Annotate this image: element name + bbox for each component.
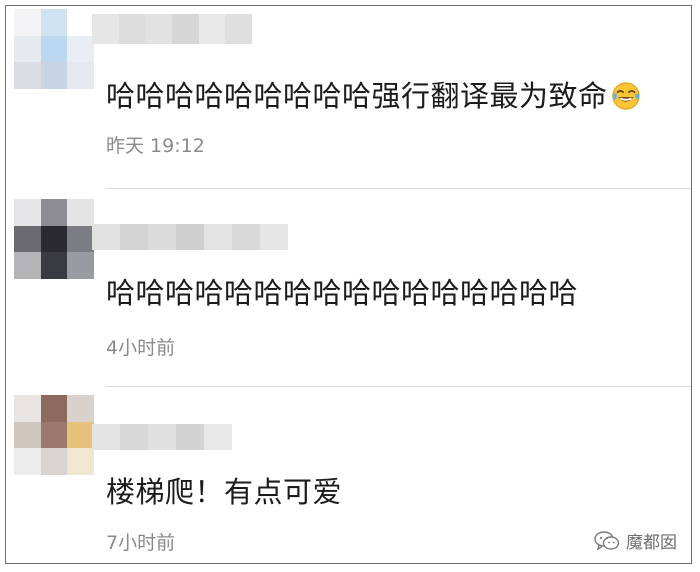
username-pixel [148,224,176,250]
avatar-pixel [67,225,94,253]
comment-time: 昨天 19:12 [106,135,205,157]
avatar-pixel [40,62,68,89]
username-pixel [92,424,120,450]
comment-item: 哈哈哈哈哈哈哈哈哈强行翻译最为致命 昨天 19:12 [6,6,691,188]
avatar-pixel [14,395,41,422]
tears-of-joy-emoji [611,82,640,110]
avatar-pixel [67,35,94,63]
username-pixel [204,224,232,250]
avatar-pixel [14,9,41,36]
watermark-label: 魔都囡 [626,533,677,553]
username-pixel [198,14,226,44]
avatar-pixel [14,199,41,226]
username-pixel [145,14,173,44]
username[interactable] [92,14,253,44]
avatar-pixel [40,225,68,253]
comment-time: 7小时前 [106,532,176,554]
avatar-pixel [67,9,94,36]
watermark: 魔都囡 [594,528,677,553]
username-pixel [172,14,199,44]
avatar-pixel [40,421,68,449]
comment-list: 哈哈哈哈哈哈哈哈哈强行翻译最为致命 昨天 19:12 哈哈哈哈哈哈哈哈哈哈哈哈哈… [5,5,692,564]
avatar-pixel [14,225,41,253]
username-pixel [148,424,176,450]
avatar-pixel [67,252,94,279]
avatar-pixel [40,448,68,475]
username-pixel [120,424,148,450]
username[interactable] [92,224,288,250]
avatar-pixel [40,395,68,422]
username-pixel [92,224,120,250]
wechat-icon [594,530,620,551]
comment-text: 哈哈哈哈哈哈哈哈哈哈哈哈哈哈哈哈 [106,276,579,310]
avatar-pixel [40,35,68,63]
avatar-pixel [14,35,41,63]
avatar-pixel [40,252,68,279]
avatar-pixel [14,448,41,475]
avatar-pixel [67,448,94,475]
avatar-pixel [40,9,68,36]
avatar-pixel [67,421,94,449]
avatar-pixel [14,421,41,449]
avatar-pixel [40,199,68,226]
username-pixel [120,224,148,250]
avatar-pixel [14,62,41,89]
username-pixel [176,424,204,450]
avatar[interactable] [14,9,94,89]
comment-item: 楼梯爬！有点可爱 7小时前 [6,387,691,563]
username-pixel [225,14,253,44]
avatar-pixel [67,62,94,89]
username-pixel [92,14,119,44]
comment-time: 4小时前 [106,337,176,359]
avatar[interactable] [14,395,94,475]
comment-item: 哈哈哈哈哈哈哈哈哈哈哈哈哈哈哈哈 4小时前 [6,189,691,386]
avatar-pixel [67,395,94,422]
username-pixel [176,224,204,250]
username[interactable] [92,424,232,450]
username-pixel [118,14,146,44]
username-pixel [260,224,288,250]
comment-text: 哈哈哈哈哈哈哈哈哈强行翻译最为致命 [106,78,641,114]
avatar-pixel [67,199,94,226]
comment-text: 楼梯爬！有点可爱 [106,475,343,509]
avatar-pixel [14,252,41,279]
avatar[interactable] [14,199,94,279]
username-pixel [204,424,232,450]
username-pixel [232,224,260,250]
